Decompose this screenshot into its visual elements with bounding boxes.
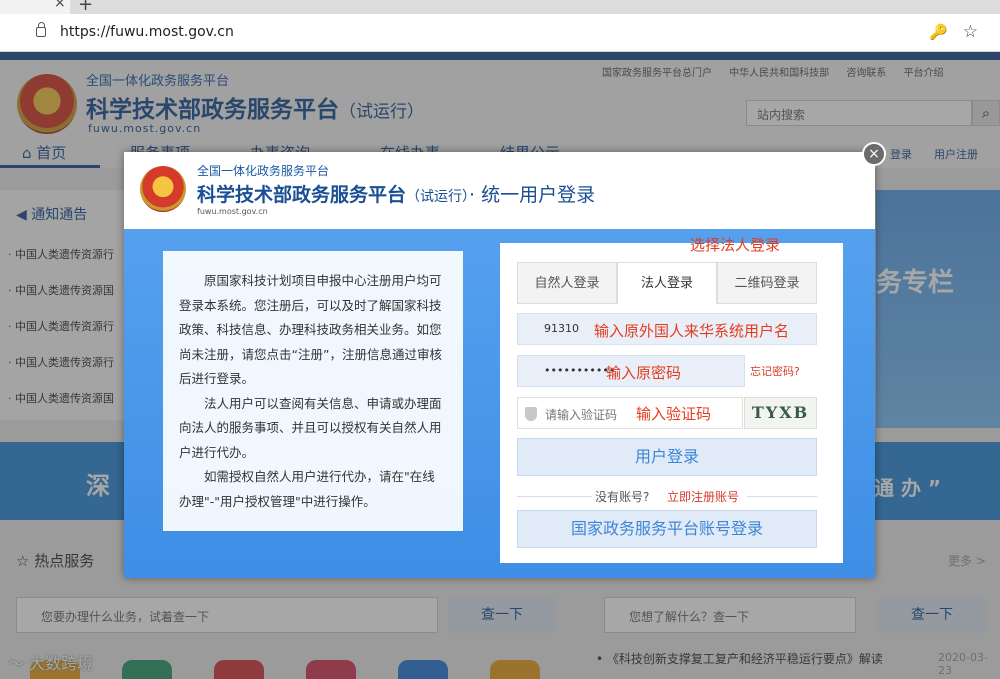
national-platform-login-button[interactable]: 国家政务服务平台账号登录 [517, 510, 817, 548]
annotation-captcha: 输入验证码 [636, 405, 712, 423]
divider-line [517, 496, 592, 497]
info-paragraph: 如需授权自然人用户进行代办，请在"在线办理"-"用户授权管理"中进行操作。 [179, 469, 435, 509]
tab-close-icon[interactable]: × [54, 0, 66, 11]
captcha-placeholder: 请输入验证码 [545, 408, 618, 422]
captcha-image[interactable]: TYXB [744, 397, 817, 429]
bookmark-star-icon[interactable]: ☆ [963, 22, 978, 42]
divider-line [747, 496, 817, 497]
modal-domain: fuwu.most.gov.cn [197, 207, 268, 216]
login-panel: 自然人登录 法人登录 二维码登录 91310 ••••••••••• 忘记密码?… [500, 243, 843, 563]
info-paragraph: 原国家科技计划项目申报中心注册用户均可登录本系统。您注册后，可以及时了解国家科技… [179, 273, 442, 386]
browser-tab[interactable]: × [0, 0, 70, 14]
password-value: ••••••••••• [544, 364, 616, 377]
user-login-button[interactable]: 用户登录 [517, 438, 817, 476]
national-emblem-icon [140, 166, 186, 212]
username-value: 91310 [544, 322, 579, 335]
url-text[interactable]: https://fuwu.most.gov.cn [60, 24, 234, 40]
register-row: 没有账号? 立即注册账号 [517, 488, 817, 504]
lock-icon[interactable] [36, 22, 46, 37]
close-button[interactable]: × [862, 142, 886, 166]
new-tab-icon[interactable]: + [78, 0, 93, 15]
tab-natural-person[interactable]: 自然人登录 [517, 262, 617, 304]
forgot-password-link[interactable]: 忘记密码? [750, 363, 800, 379]
tab-qrcode[interactable]: 二维码登录 [717, 262, 817, 304]
info-paragraph: 法人用户可以查阅有关信息、申请或办理面向法人的服务事项、并且可以授权有关自然人用… [179, 395, 442, 460]
browser-toolbar: https://fuwu.most.gov.cn 🔑 ☆ [0, 14, 1000, 52]
shield-icon [525, 407, 537, 421]
login-modal: 全国一体化政务服务平台 科学技术部政务服务平台（试运行）· 统一用户登录 fuw… [124, 142, 886, 578]
login-tabs: 自然人登录 法人登录 二维码登录 [517, 262, 817, 304]
browser-tabstrip: × + [0, 0, 1000, 15]
modal-title: 科学技术部政务服务平台（试运行）· 统一用户登录 [197, 184, 596, 206]
modal-header: 全国一体化政务服务平台 科学技术部政务服务平台（试运行）· 统一用户登录 fuw… [124, 152, 875, 229]
info-box: 原国家科技计划项目申报中心注册用户均可登录本系统。您注册后，可以及时了解国家科技… [163, 251, 463, 531]
address-bar[interactable]: https://fuwu.most.gov.cn 🔑 ☆ [22, 20, 990, 46]
modal-subtitle: 全国一体化政务服务平台 [197, 164, 330, 178]
annotation-password: 输入原密码 [606, 364, 682, 382]
annotation-username: 输入原外国人来华系统用户名 [594, 322, 790, 340]
register-link[interactable]: 立即注册账号 [667, 488, 739, 505]
no-account-text: 没有账号? [595, 490, 650, 504]
annotation-tab: 选择法人登录 [690, 236, 781, 254]
key-icon[interactable]: 🔑 [929, 23, 948, 41]
tab-legal-person[interactable]: 法人登录 [617, 262, 717, 304]
